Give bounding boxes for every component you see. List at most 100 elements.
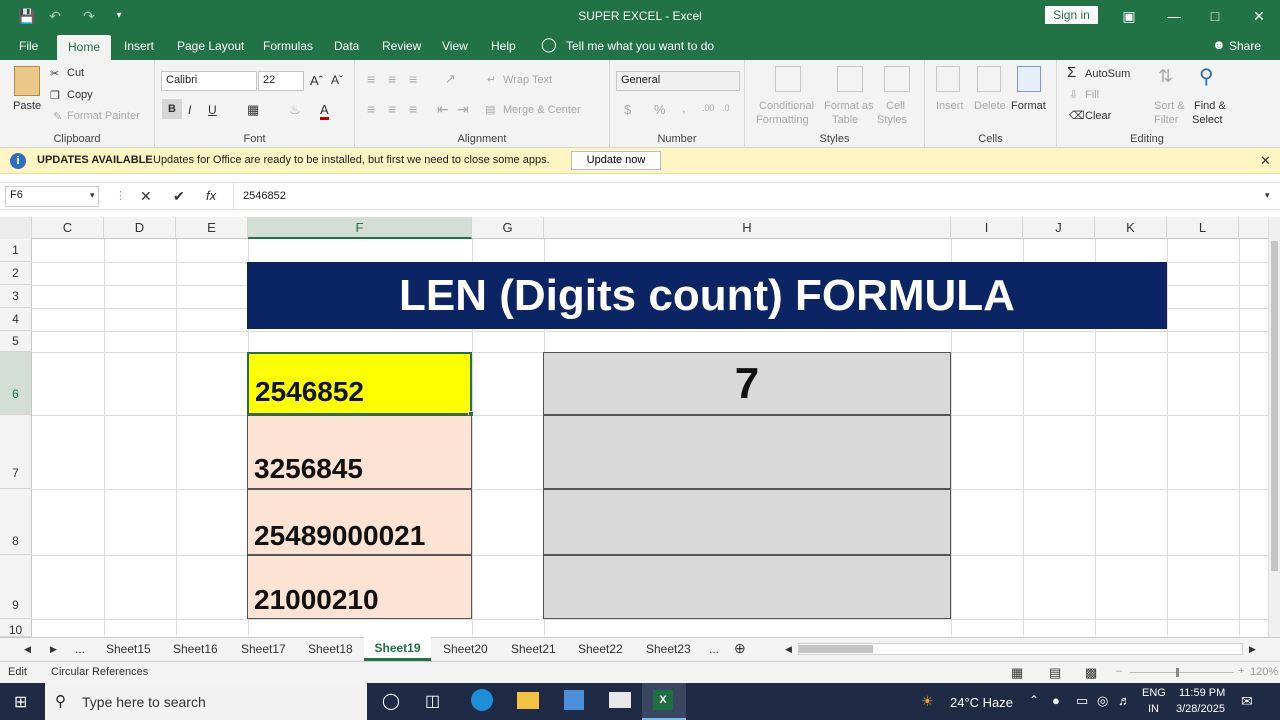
wrap-text-icon[interactable]: ↵ <box>487 73 496 86</box>
filter-label[interactable]: Filter <box>1154 114 1178 126</box>
styles-word-label[interactable]: Styles <box>877 114 907 126</box>
page-layout-view-icon[interactable]: ▤ <box>1049 665 1061 681</box>
find-select-icon[interactable]: ⚲ <box>1199 64 1214 89</box>
row-header-5[interactable]: 5 <box>0 331 32 352</box>
col-header-i[interactable]: I <box>951 217 1023 239</box>
cell-h6[interactable]: 7 <box>543 352 951 415</box>
select-all-corner[interactable] <box>0 217 32 239</box>
italic-button[interactable]: I <box>188 103 191 117</box>
zoom-slider-thumb[interactable] <box>1176 668 1179 677</box>
format-painter-icon[interactable]: ✎ <box>53 110 62 123</box>
edge-icon[interactable] <box>471 689 493 711</box>
tab-file[interactable]: File <box>19 39 38 53</box>
autosum-button[interactable]: AutoSum <box>1085 68 1130 80</box>
tab-home[interactable]: Home <box>57 35 111 60</box>
sheet-tab-more-right[interactable]: ... <box>709 642 719 656</box>
row-header-10[interactable]: 10 <box>0 619 32 637</box>
cell-styles-icon[interactable] <box>884 66 910 92</box>
network-icon[interactable]: ◎ <box>1097 693 1108 709</box>
format-as-label[interactable]: Format as <box>824 100 874 112</box>
tab-data[interactable]: Data <box>334 39 359 53</box>
excel-taskbar-button[interactable]: X <box>642 683 686 720</box>
horizontal-scrollbar[interactable] <box>798 643 1243 655</box>
col-header-f[interactable]: F <box>248 217 472 239</box>
store-icon[interactable] <box>564 690 584 710</box>
col-header-d[interactable]: D <box>104 217 176 239</box>
insert-cells-icon[interactable] <box>936 66 960 92</box>
scroll-sheets-right-icon[interactable]: ▶ <box>50 644 57 655</box>
zoom-level[interactable]: 120% <box>1250 666 1278 678</box>
conditional-formatting-icon[interactable] <box>775 66 801 92</box>
name-box[interactable]: F6 <box>5 186 99 207</box>
decrease-font-icon[interactable]: Aˇ <box>331 73 343 87</box>
sheet-tab-sheet16[interactable]: Sheet16 <box>173 642 218 656</box>
page-break-view-icon[interactable]: ▩ <box>1085 665 1097 681</box>
sign-in-button[interactable]: Sign in <box>1045 6 1098 24</box>
align-right-icon[interactable]: ≡ <box>409 101 417 117</box>
font-color-icon[interactable]: A <box>320 102 329 120</box>
tab-review[interactable]: Review <box>382 39 421 53</box>
notifications-icon[interactable]: ✉ <box>1241 693 1253 710</box>
decrease-indent-icon[interactable]: ⇤ <box>437 101 449 118</box>
percent-button[interactable]: % <box>654 102 666 117</box>
row-header-6[interactable]: 6 <box>0 352 32 415</box>
underline-button[interactable]: U <box>208 103 217 117</box>
comma-button[interactable]: , <box>682 100 686 115</box>
conditional-label[interactable]: Conditional <box>759 100 814 112</box>
language-region[interactable]: IN <box>1148 703 1159 715</box>
wrap-text-button[interactable]: Wrap Text <box>503 74 552 86</box>
bold-button[interactable]: B <box>162 99 182 119</box>
decrease-decimal-icon[interactable]: .0 <box>722 103 730 113</box>
cell-h8[interactable] <box>543 489 951 555</box>
windows-start-icon[interactable]: ⊞ <box>14 692 27 712</box>
formula-input[interactable]: 2546852 <box>243 190 286 202</box>
cell-label[interactable]: Cell <box>886 100 905 112</box>
row-header-9[interactable]: 9 <box>0 555 32 619</box>
row-header-7[interactable]: 7 <box>0 415 32 489</box>
sheet-tab-sheet15[interactable]: Sheet15 <box>106 642 151 656</box>
fill-icon[interactable]: ⇩ <box>1069 88 1078 101</box>
align-top-icon[interactable]: ≡ <box>367 71 375 87</box>
file-explorer-icon[interactable] <box>517 692 539 709</box>
format-cells-button[interactable]: Format <box>1011 100 1046 112</box>
align-middle-icon[interactable]: ≡ <box>388 71 396 87</box>
format-painter-button[interactable]: Format Painter <box>67 110 140 122</box>
row-header-4[interactable]: 4 <box>0 308 32 331</box>
align-left-icon[interactable]: ≡ <box>367 101 375 117</box>
language-code[interactable]: ENG <box>1142 687 1166 699</box>
format-cells-icon[interactable] <box>1017 66 1041 92</box>
vertical-scroll-thumb[interactable] <box>1271 241 1278 571</box>
increase-indent-icon[interactable]: ⇥ <box>457 101 469 118</box>
zoom-out-icon[interactable]: – <box>1116 665 1122 677</box>
increase-decimal-icon[interactable]: .00 <box>702 103 715 113</box>
copy-button[interactable]: Copy <box>67 89 93 101</box>
formula-input-area[interactable]: 2546852 <box>233 183 1263 209</box>
font-size-select[interactable]: 22 <box>258 71 304 91</box>
vertical-scrollbar[interactable] <box>1268 217 1280 637</box>
font-name-select[interactable]: Calibri <box>161 71 257 91</box>
mail-icon[interactable] <box>609 692 631 708</box>
autosum-icon[interactable]: Σ <box>1067 64 1076 81</box>
cut-icon[interactable]: ✂ <box>50 67 59 80</box>
align-bottom-icon[interactable]: ≡ <box>409 71 417 87</box>
table-label[interactable]: Table <box>832 114 858 126</box>
title-banner[interactable]: LEN (Digits count) FORMULA <box>247 262 1167 329</box>
select-label[interactable]: Select <box>1192 114 1223 126</box>
row-header-3[interactable]: 3 <box>0 285 32 308</box>
sheet-tab-sheet19[interactable]: Sheet19 <box>364 637 431 661</box>
microphone-icon[interactable]: ● <box>1052 693 1060 708</box>
row-header-8[interactable]: 8 <box>0 489 32 555</box>
row-header-1[interactable]: 1 <box>0 239 32 262</box>
orientation-icon[interactable]: ↗ <box>445 71 456 87</box>
tab-help[interactable]: Help <box>491 39 516 53</box>
enter-icon[interactable]: ✔ <box>173 188 185 205</box>
col-header-c[interactable]: C <box>32 217 104 239</box>
clock-date[interactable]: 3/28/2025 <box>1176 703 1225 715</box>
cell-f8[interactable]: 25489000021 <box>247 489 472 555</box>
fill-color-icon[interactable]: ♨ <box>289 102 301 118</box>
paste-icon[interactable] <box>14 66 40 96</box>
find-label[interactable]: Find & <box>1194 100 1226 112</box>
expand-formula-icon[interactable]: ▾ <box>1265 190 1270 201</box>
cell-h9[interactable] <box>543 555 951 619</box>
delete-cells-button[interactable]: Delete <box>974 100 1006 112</box>
